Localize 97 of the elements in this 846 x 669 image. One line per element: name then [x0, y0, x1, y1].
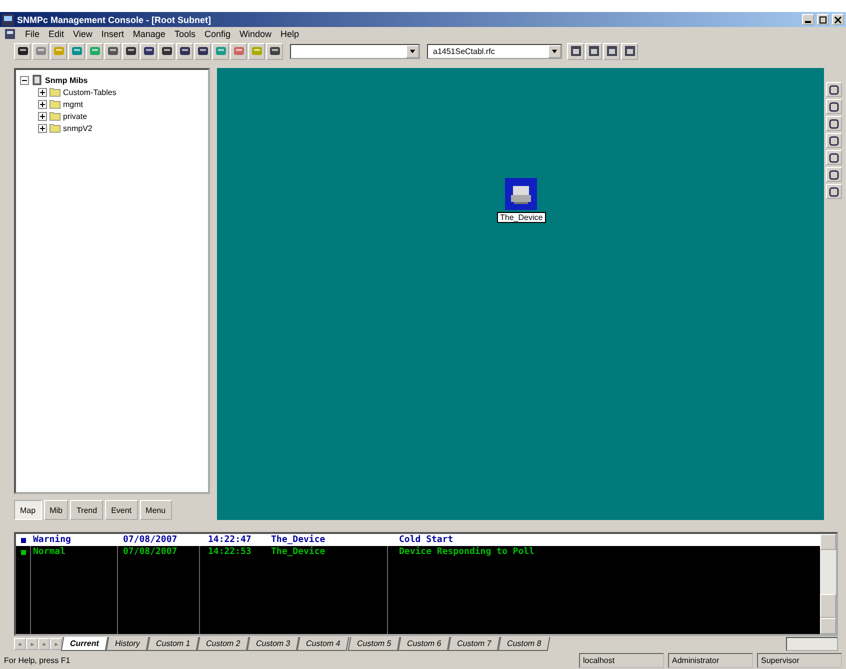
table-cell-text: The_Device	[270, 547, 326, 557]
toolbar-button[interactable]	[104, 42, 121, 60]
dropdown-icon	[409, 48, 416, 54]
menubar-entry[interactable]: Config	[204, 29, 230, 39]
log-filter-tab[interactable]: Current	[60, 637, 108, 651]
table-cell-text: Normal	[32, 547, 67, 557]
table-cell-text: 07/08/2007	[122, 535, 178, 545]
table-cell-text: 14:22:53	[207, 547, 252, 557]
menubar-entry[interactable]: Insert	[101, 29, 124, 39]
toolbar-button[interactable]	[122, 42, 139, 60]
table-cell-text: The_Device	[270, 535, 326, 545]
arrow-icon	[30, 642, 34, 646]
log-filter-tab[interactable]: Custom 5	[347, 637, 400, 651]
bullet-icon	[20, 550, 26, 554]
expand-toggle[interactable]	[38, 100, 47, 108]
tree-item[interactable]: snmpV2	[63, 124, 92, 132]
log-filter-tab[interactable]: Custom 1	[146, 637, 200, 651]
expand-toggle[interactable]	[38, 124, 47, 132]
log-filter-tab[interactable]: Custom 2	[196, 637, 250, 651]
tree-item[interactable]: Snmp Mibs	[45, 76, 88, 84]
minimize-icon	[805, 21, 811, 23]
log-filter-tab[interactable]: History	[106, 637, 150, 651]
side-toolbar-button[interactable]	[826, 116, 842, 131]
status-text: For Help, press F1	[4, 655, 72, 667]
side-toolbar-button[interactable]	[826, 184, 842, 199]
toolbar-button[interactable]	[567, 42, 584, 60]
side-toolbar-button[interactable]	[826, 167, 842, 182]
device-icon[interactable]	[505, 178, 538, 210]
tab-scroll-button[interactable]	[26, 638, 38, 650]
menubar-entry[interactable]: File	[25, 29, 40, 39]
tree-item[interactable]: mgmt	[63, 100, 83, 108]
device-label: The_Device	[497, 212, 546, 223]
log-filter-tab[interactable]: Custom 8	[498, 637, 551, 651]
toolbar-button[interactable]	[176, 42, 193, 60]
menubar-entry[interactable]: Manage	[132, 29, 166, 39]
maximize-button[interactable]	[817, 14, 829, 25]
close-icon	[834, 16, 842, 24]
toolbar-button[interactable]	[158, 42, 175, 60]
pane-tab[interactable]: Trend	[70, 500, 104, 520]
menubar-entry[interactable]: View	[73, 29, 92, 39]
menubar-entry[interactable]: Edit	[48, 29, 64, 39]
log-filter-tab[interactable]: Custom 6	[398, 637, 450, 651]
menubar-entry[interactable]: Window	[239, 29, 272, 39]
menubar-entry[interactable]: Help	[280, 29, 299, 39]
toolbar-button[interactable]	[14, 42, 31, 60]
menubar-entry[interactable]: Tools	[174, 29, 196, 39]
bullet-icon	[20, 538, 26, 542]
collapse-toggle[interactable]	[20, 76, 29, 84]
toolbar-button[interactable]	[621, 42, 638, 60]
event-row[interactable]: Normal 07/08/2007 14:22:53 The_Device Device Responding to Poll	[16, 546, 820, 558]
table-cell-text: Cold Start	[398, 535, 454, 545]
log-filter-tab[interactable]: Custom 3	[247, 637, 300, 651]
toolbar-button[interactable]	[194, 42, 211, 60]
status-user: Administrator	[668, 653, 753, 668]
toolbar-button[interactable]	[140, 42, 157, 60]
minimize-button[interactable]	[802, 14, 814, 25]
arrow-icon	[54, 642, 58, 646]
pane-tab[interactable]: Menu	[140, 500, 172, 520]
status-server: localhost	[579, 653, 664, 668]
pane-tab[interactable]: Mib	[44, 500, 68, 520]
tab-scroll-button[interactable]	[14, 638, 26, 650]
side-toolbar-button[interactable]	[826, 150, 842, 165]
status-role: Supervisor	[757, 653, 842, 668]
close-button[interactable]	[832, 14, 844, 25]
table-cell-text: Warning	[32, 535, 72, 545]
arrow-icon	[18, 642, 22, 646]
side-toolbar-button[interactable]	[826, 133, 842, 148]
toolbar-button[interactable]	[266, 42, 283, 60]
book-icon	[31, 74, 43, 86]
tab-scroll-button[interactable]	[50, 638, 62, 650]
search-combo[interactable]	[290, 44, 420, 58]
table-cell-text: Device Responding to Poll	[398, 547, 534, 557]
toolbar-button[interactable]	[603, 42, 620, 60]
app-icon	[2, 14, 14, 26]
tab-scroll-button[interactable]	[38, 638, 50, 650]
scrollbar[interactable]	[820, 534, 836, 634]
maximize-icon	[819, 16, 827, 24]
tree-item[interactable]: Custom-Tables	[63, 88, 116, 96]
dropdown-icon	[551, 48, 558, 54]
side-toolbar-button[interactable]	[826, 99, 842, 114]
side-toolbar-button[interactable]	[826, 82, 842, 97]
pane-tab[interactable]: Map	[14, 500, 42, 520]
document-icon[interactable]	[4, 28, 16, 40]
pane-tab[interactable]: Event	[105, 500, 138, 520]
log-filter-tab[interactable]: Custom 7	[448, 637, 501, 651]
expand-toggle[interactable]	[38, 112, 47, 120]
scrollbar[interactable]	[786, 637, 838, 651]
table-cell-text: 14:22:47	[207, 535, 252, 545]
toolbar-button[interactable]	[585, 42, 602, 60]
table-cell-text: 07/08/2007	[122, 547, 178, 557]
event-row[interactable]: Warning 07/08/2007 14:22:47 The_Device Cold Start	[16, 534, 820, 546]
tree-item[interactable]: private	[63, 112, 88, 120]
expand-toggle[interactable]	[38, 88, 47, 96]
window-title: SNMPc Management Console - [Root Subnet]	[17, 14, 212, 24]
log-filter-tab[interactable]: Custom 4	[297, 637, 350, 651]
map-combo[interactable]: a1451SeCtabl.rfc	[427, 44, 562, 58]
arrow-icon	[42, 642, 46, 646]
